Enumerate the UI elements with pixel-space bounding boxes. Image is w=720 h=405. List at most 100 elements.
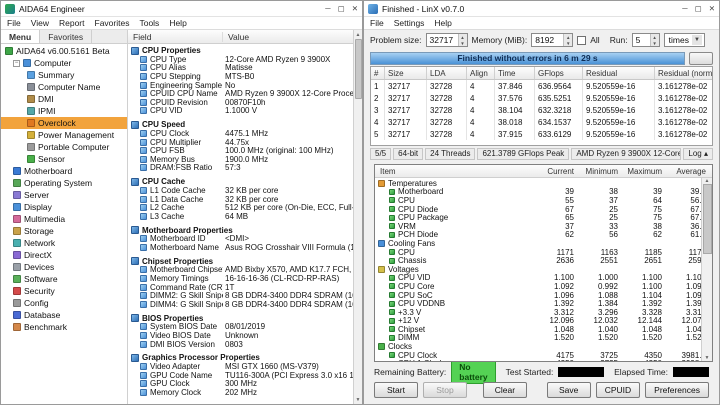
results-row[interactable]: 1 32717 32728 4 37.846 636.9564 9.520559e-16 3.… [371,80,712,92]
results-column-time[interactable]: Time [495,67,535,79]
results-column-[interactable]: # [371,67,385,79]
spinner-icon[interactable]: ▲ ▼ [563,34,573,46]
sensor-column-average[interactable]: Average [668,167,712,176]
field-row[interactable]: Memory Bus 1900.0 MHz [128,155,353,164]
sidebar-item-sensor[interactable]: Sensor [1,153,127,165]
sensor-row[interactable]: DIMM 1.520 1.520 1.520 1.520 [375,333,712,342]
section-header-cpu-properties[interactable]: CPU Properties [128,46,353,55]
sidebar-item-software[interactable]: Software [1,273,127,285]
sidebar-item-computer-name[interactable]: Computer Name [1,81,127,93]
results-row[interactable]: 3 32717 32728 4 38.104 632.3218 9.520559e-16 3.… [371,104,712,116]
sidebar-item-benchmark[interactable]: Benchmark [1,321,127,333]
results-row[interactable]: 2 32717 32728 4 37.576 635.5251 9.520559e-16 3.… [371,92,712,104]
sidebar-item-network[interactable]: Network [1,237,127,249]
sensor-column-item[interactable]: Item [375,167,536,176]
sensor-row[interactable]: PCH Diode 62 56 62 61.7 [375,230,712,239]
sensor-group-temperatures[interactable]: Temperatures [375,179,712,188]
sensor-row[interactable]: +12 V 12.096 12.032 12.144 12.072 [375,316,712,325]
field-row[interactable]: Memory Clock 202 MHz [128,388,353,397]
field-row[interactable]: GPU Clock 300 MHz [128,379,353,388]
menu-favorites[interactable]: Favorites [95,18,130,28]
sidebar-item-database[interactable]: Database [1,309,127,321]
sensor-column-maximum[interactable]: Maximum [624,167,668,176]
sensor-row[interactable]: CPU VID 1.100 1.000 1.100 1.100 [375,273,712,282]
field-row[interactable]: Video Adapter MSI GTX 1660 (MS-V379) [128,362,353,371]
field-row[interactable]: L1 Data Cache 32 KB per core [128,195,353,204]
field-row[interactable]: Motherboard Name Asus ROG Crosshair VIII … [128,243,353,252]
sidebar-item-security[interactable]: Security [1,285,127,297]
field-row[interactable]: DRAM:FSB Ratio 57:3 [128,163,353,172]
close-icon[interactable]: ✕ [352,4,358,13]
sensor-row[interactable]: CPU VDDNB 1.392 1.384 1.392 1.390 [375,299,712,308]
sidebar-item-config[interactable]: Config [1,297,127,309]
sensor-row[interactable]: CPU Diode 67 25 75 67.4 [375,205,712,214]
all-checkbox[interactable] [577,35,587,45]
field-row[interactable]: Engineering Sample No [128,81,353,90]
save-button[interactable]: Save [546,382,591,398]
menu-tools[interactable]: Tools [139,18,159,28]
sensor-row[interactable]: Chipset 1.048 1.040 1.048 1.045 [375,325,712,334]
sidebar-item-ipmi[interactable]: IPMI [1,105,127,117]
field-row[interactable]: L1 Code Cache 32 KB per core [128,186,353,195]
sidebar-item-computer[interactable]: − Computer [1,57,127,69]
scroll-up-icon[interactable]: ▲ [356,30,361,39]
field-row[interactable]: CPU VID 1.1000 V [128,106,353,115]
sidebar-item-dmi[interactable]: DMI [1,93,127,105]
field-row[interactable]: CPU Clock 4475.1 MHz [128,129,353,138]
section-header-motherboard-properties[interactable]: Motherboard Properties [128,226,353,235]
sensor-row[interactable]: Chassis 2636 2551 2651 2593 [375,256,712,265]
field-row[interactable]: CPU Multiplier 44.75x [128,138,353,147]
section-header-cpu-cache[interactable]: CPU Cache [128,177,353,186]
menu-help[interactable]: Help [434,18,451,28]
sensor-row[interactable]: Motherboard 39 38 39 39.0 [375,187,712,196]
field-row[interactable]: Motherboard Chipset AMD Bixby X570, AMD K… [128,265,353,274]
results-column-gflops[interactable]: GFlops [535,67,583,79]
field-row[interactable]: DMI BIOS Version 0803 [128,340,353,349]
spinner-icon[interactable]: ▲ ▼ [649,34,659,46]
tab-menu[interactable]: Menu [1,30,41,43]
scroll-down-icon[interactable]: ▼ [356,395,361,404]
sidebar-item-operating-system[interactable]: Operating System [1,177,127,189]
sensor-row[interactable]: +3.3 V 3.312 3.296 3.328 3.310 [375,308,712,317]
field-row[interactable]: DIMM2: G Skill SniperX F4-3400C16-8GSXW8… [128,291,353,300]
section-header-cpu-speed[interactable]: CPU Speed [128,120,353,129]
close-icon[interactable]: ✕ [709,4,715,13]
field-row[interactable]: DIMM4: G Skill SniperX F4-3400C16-8GSXW8… [128,300,353,309]
field-row[interactable]: CPU Stepping MTS-B0 [128,72,353,81]
field-row[interactable]: Command Rate (CR) 1T [128,283,353,292]
menu-file[interactable]: File [370,18,384,28]
column-header-field[interactable]: Field [128,31,223,42]
section-header-chipset-properties[interactable]: Chipset Properties [128,257,353,266]
results-row[interactable]: 4 32717 32728 4 38.018 634.1537 9.520559e-16 3.… [371,116,712,128]
sensor-scrollbar[interactable]: ▲ ▼ [701,178,712,361]
sidebar-item-devices[interactable]: Devices [1,261,127,273]
sensor-row[interactable]: CPU 1171 1163 1185 1173 [375,248,712,257]
clear-button[interactable]: Clear [482,382,527,398]
cpuid-button[interactable]: CPUID [595,382,641,398]
menu-view[interactable]: View [31,18,49,28]
sidebar-item-storage[interactable]: Storage [1,225,127,237]
menu-report[interactable]: Report [59,18,85,28]
sidebar-item-power-management[interactable]: Power Management [1,129,127,141]
section-header-bios-properties[interactable]: BIOS Properties [128,314,353,323]
field-row[interactable]: Memory Timings 16-16-16-36 (CL-RCD-RP-RAS… [128,274,353,283]
results-column-lda[interactable]: LDA [427,67,467,79]
sidebar-item-overclock[interactable]: Overclock [1,117,127,129]
menu-settings[interactable]: Settings [394,18,425,28]
memory-input[interactable]: 8192 ▲ ▼ [531,33,574,47]
minimize-icon[interactable]: ─ [325,4,330,13]
column-header-value[interactable]: Value [223,32,249,42]
preferences-button[interactable]: Preferences [645,382,709,398]
sidebar-item-portable-computer[interactable]: Portable Computer [1,141,127,153]
start-button[interactable]: Start [374,382,418,398]
sensor-column-current[interactable]: Current [536,167,580,176]
results-row[interactable]: 5 32717 32728 4 37.915 633.6129 9.520559e-16 3.… [371,128,712,140]
field-row[interactable]: GPU Code Name TU116-300A (PCI Express 3.0… [128,371,353,380]
results-column-size[interactable]: Size [385,67,427,79]
sidebar-item-multimedia[interactable]: Multimedia [1,213,127,225]
minimize-icon[interactable]: ─ [682,4,687,13]
spinner-icon[interactable]: ▲ ▼ [457,34,467,46]
maximize-icon[interactable]: ▢ [695,4,702,13]
results-column-align[interactable]: Align [467,67,495,79]
field-row[interactable]: System BIOS Date 08/01/2019 [128,322,353,331]
